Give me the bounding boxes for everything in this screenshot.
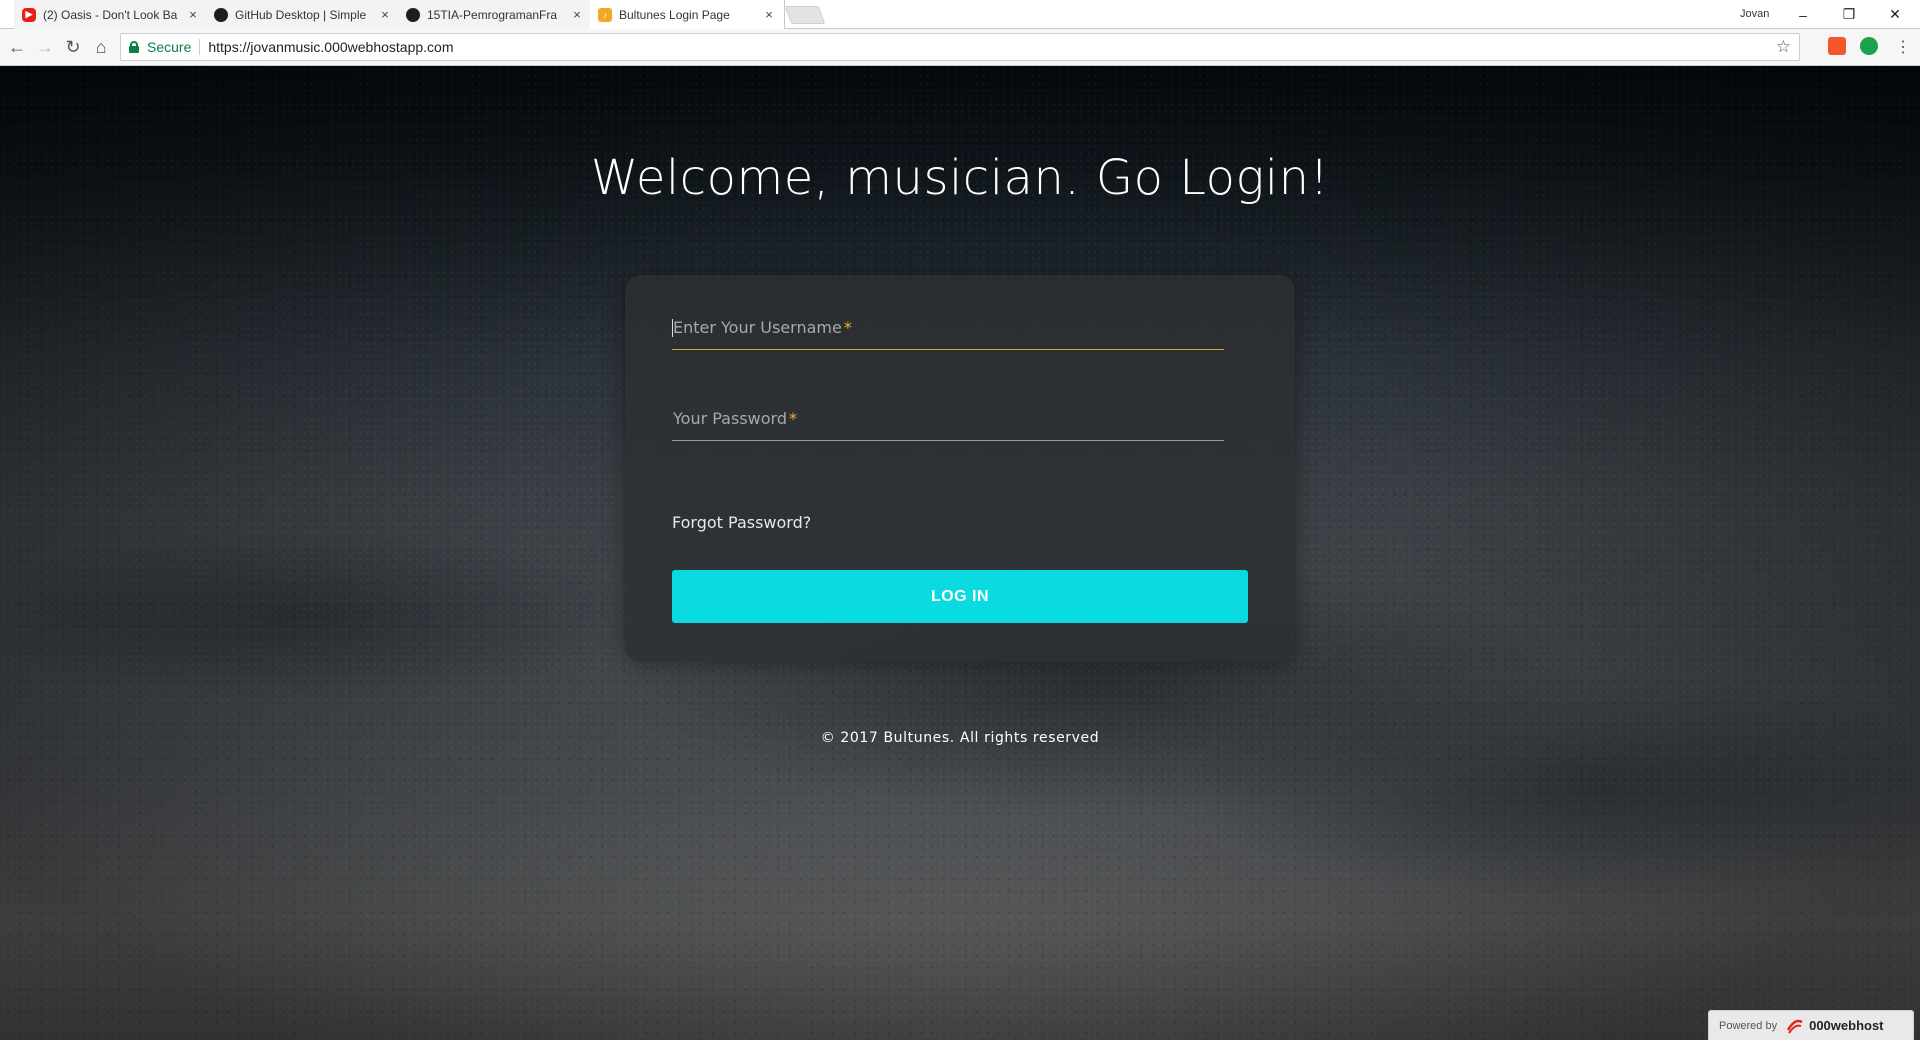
close-icon[interactable]: ×	[570, 7, 584, 22]
browser-toolbar: ← → ↻ ⌂ Secure https://jovanmusic.000web…	[0, 29, 1920, 66]
github-icon	[214, 7, 228, 22]
back-icon[interactable]: ←	[4, 34, 30, 60]
bookmark-star-icon[interactable]: ☆	[1776, 37, 1791, 57]
minimize-icon[interactable]: –	[1780, 0, 1826, 29]
extension-icon[interactable]	[1860, 37, 1878, 55]
forgot-password-link[interactable]: Forgot Password?	[672, 513, 811, 532]
profile-name[interactable]: Jovan	[1740, 8, 1769, 20]
username-placeholder: Enter Your Username *	[673, 318, 852, 337]
home-icon[interactable]: ⌂	[88, 34, 114, 60]
powered-by-brand: 000webhost	[1809, 1018, 1884, 1033]
reload-icon[interactable]: ↻	[60, 34, 86, 60]
tab-title: (2) Oasis - Don't Look Ba	[43, 7, 178, 22]
tab-title: Bultunes Login Page	[619, 7, 730, 22]
close-icon[interactable]: ×	[186, 7, 200, 22]
github-icon	[406, 7, 420, 22]
login-button[interactable]: LOG IN	[672, 570, 1248, 623]
required-mark: *	[788, 409, 797, 428]
tab-youtube[interactable]: ▶ (2) Oasis - Don't Look Ba ×	[14, 0, 209, 29]
lock-icon	[129, 41, 139, 53]
address-bar[interactable]: Secure https://jovanmusic.000webhostapp.…	[120, 33, 1800, 61]
secure-label: Secure	[147, 39, 192, 55]
youtube-icon: ▶	[22, 7, 36, 22]
url-text[interactable]: https://jovanmusic.000webhostapp.com	[208, 39, 453, 55]
close-icon[interactable]: ×	[762, 7, 776, 22]
new-tab-button[interactable]	[784, 6, 826, 24]
bultunes-icon: ♪	[598, 7, 612, 22]
page-viewport: Welcome, musician. Go Login! Enter Your …	[0, 66, 1920, 1040]
restore-icon[interactable]: ❐	[1826, 0, 1872, 29]
divider	[199, 39, 201, 55]
password-field[interactable]: Your Password *	[672, 395, 1224, 441]
forward-icon[interactable]: →	[32, 34, 58, 60]
required-mark: *	[843, 318, 852, 337]
password-placeholder: Your Password *	[673, 409, 797, 428]
tab-github-repo[interactable]: 15TIA-PemrogramanFra ×	[398, 0, 593, 29]
000webhost-logo-icon	[1787, 1019, 1803, 1034]
tab-github-desktop[interactable]: GitHub Desktop | Simple ×	[206, 0, 401, 29]
username-field[interactable]: Enter Your Username *	[672, 304, 1224, 350]
login-card: Enter Your Username * Your Password * Forg…	[625, 275, 1295, 662]
powered-by-badge[interactable]: Powered by 000webhost	[1708, 1010, 1914, 1040]
menu-icon[interactable]: ⋮	[1890, 34, 1916, 60]
copyright-footer: © 2017 Bultunes. All rights reserved	[820, 730, 1100, 746]
page-title: Welcome, musician. Go Login!	[590, 150, 1330, 206]
tab-title: GitHub Desktop | Simple	[235, 7, 367, 22]
browser-tab-bar: ▶ (2) Oasis - Don't Look Ba × GitHub Des…	[0, 0, 1920, 29]
window-close-icon[interactable]: ✕	[1872, 0, 1918, 29]
close-icon[interactable]: ×	[378, 7, 392, 22]
tab-bultunes-login[interactable]: ♪ Bultunes Login Page ×	[590, 0, 785, 29]
powered-by-label: Powered by	[1719, 1019, 1778, 1032]
tab-title: 15TIA-PemrogramanFra	[427, 7, 558, 22]
extension-icon[interactable]	[1828, 37, 1846, 55]
